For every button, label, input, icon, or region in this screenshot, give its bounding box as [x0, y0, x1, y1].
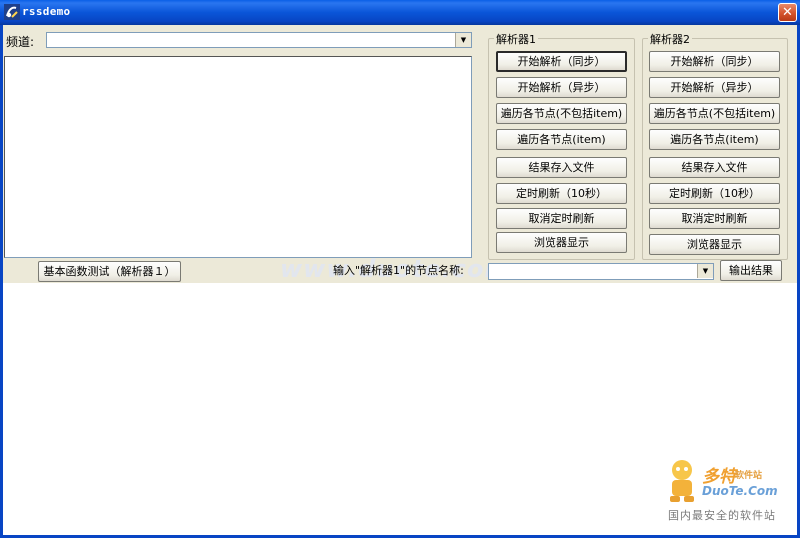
parser1-traverse-no-item-button[interactable]: 遍历各节点(不包括item): [496, 103, 627, 124]
chevron-down-icon[interactable]: ▼: [455, 33, 471, 47]
channel-label: 频道:: [6, 35, 35, 49]
parser1-async-parse-button[interactable]: 开始解析（异步）: [496, 77, 627, 98]
logo-slogan: 国内最安全的软件站: [668, 509, 776, 522]
parser2-traverse-item-button[interactable]: 遍历各节点(item): [649, 129, 780, 150]
parser2-traverse-no-item-button[interactable]: 遍历各节点(不包括item): [649, 103, 780, 124]
parser2-async-parse-button[interactable]: 开始解析（异步）: [649, 77, 780, 98]
mascot-icon: [670, 460, 694, 502]
parser1-sync-parse-button[interactable]: 开始解析（同步）: [496, 51, 627, 72]
node-name-combobox[interactable]: ▼: [488, 263, 714, 280]
parser2-cancel-timer-button[interactable]: 取消定时刷新: [649, 208, 780, 229]
basic-function-test-button[interactable]: 基本函数测试（解析器１）: [38, 261, 181, 282]
parser1-cancel-timer-button[interactable]: 取消定时刷新: [496, 208, 627, 229]
close-button[interactable]: ✕: [778, 3, 797, 22]
window-title: rssdemo: [22, 5, 71, 18]
parser2-browser-display-button[interactable]: 浏览器显示: [649, 234, 780, 255]
app-icon: [4, 4, 20, 20]
parser2-timer-refresh-button[interactable]: 定时刷新（10秒）: [649, 183, 780, 204]
title-bar[interactable]: [0, 0, 800, 25]
parser2-title: 解析器2: [648, 31, 692, 47]
logo-domain: DuoTe.Com: [702, 484, 778, 498]
parser1-browser-display-button[interactable]: 浏览器显示: [496, 232, 627, 253]
channel-combobox[interactable]: ▼: [46, 32, 472, 48]
node-name-label: 输入"解析器1"的节点名称:: [333, 264, 464, 277]
parser1-title: 解析器1: [494, 31, 538, 47]
logo-brand-sub: 软件站: [735, 471, 763, 481]
chevron-down-icon[interactable]: ▼: [697, 264, 713, 278]
parser2-sync-parse-button[interactable]: 开始解析（同步）: [649, 51, 780, 72]
output-result-button[interactable]: 输出结果: [720, 260, 782, 281]
parser1-save-file-button[interactable]: 结果存入文件: [496, 157, 627, 178]
parser2-save-file-button[interactable]: 结果存入文件: [649, 157, 780, 178]
parser1-timer-refresh-button[interactable]: 定时刷新（10秒）: [496, 183, 627, 204]
parser1-traverse-item-button[interactable]: 遍历各节点(item): [496, 129, 627, 150]
close-icon: ✕: [782, 5, 793, 20]
result-textarea[interactable]: [4, 56, 472, 258]
